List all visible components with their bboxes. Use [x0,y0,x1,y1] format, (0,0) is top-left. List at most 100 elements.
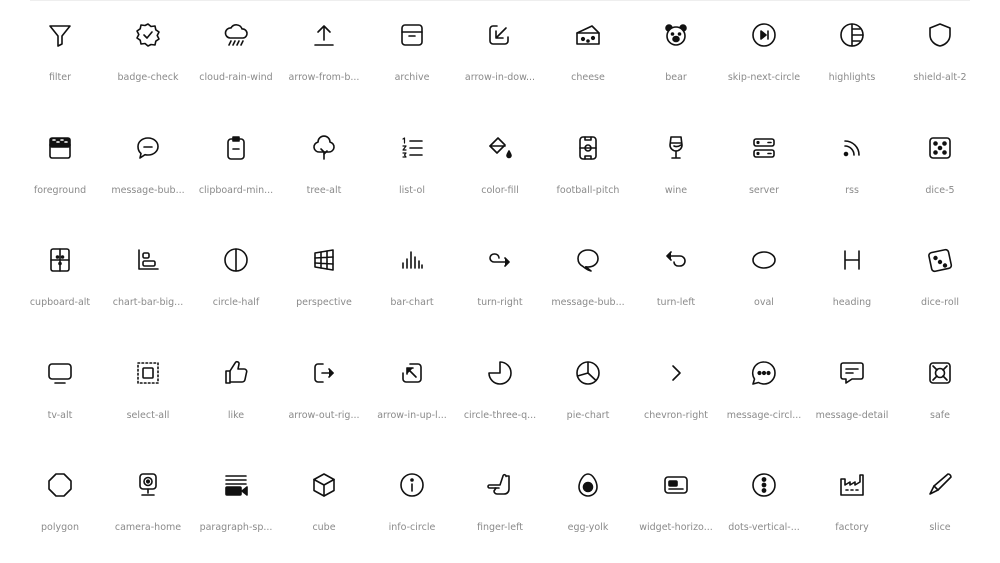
circle-half-icon [221,245,251,275]
cheese-icon [573,20,603,50]
icon-label: clipboard-min... [198,184,274,196]
icon-tile[interactable]: safe [896,338,984,451]
icon-tile[interactable]: heading [808,225,896,338]
icon-tile[interactable]: pie-chart [544,338,632,451]
icon-tile[interactable]: bear [632,0,720,113]
arrow-from-bottom-icon [309,20,339,50]
icon-tile[interactable]: cloud-rain-wind [192,0,280,113]
icon-tile[interactable]: arrow-from-b... [280,0,368,113]
oval-icon [749,245,779,275]
icon-tile[interactable]: chart-bar-big... [104,225,192,338]
icon-tile[interactable]: dice-5 [896,113,984,226]
icon-label: camera-home [114,522,182,533]
icon-tile[interactable]: select-all [104,338,192,451]
arrow-out-right-icon [309,358,339,388]
icon-tile[interactable]: perspective [280,225,368,338]
icon-label: turn-right [477,297,523,308]
icon-tile[interactable]: arrow-in-dow... [456,0,544,113]
icon-label: perspective [296,297,352,308]
icon-tile[interactable]: color-fill [456,113,544,226]
icon-tile[interactable]: rss [808,113,896,226]
cube-icon [309,470,339,500]
info-circle-icon [397,470,427,500]
icon-tile[interactable]: filter [16,0,104,113]
icon-tile[interactable]: highlights [808,0,896,113]
like-icon [221,358,251,388]
cloud-rain-wind-icon [221,20,251,50]
tree-alt-icon [309,133,339,163]
icon-tile[interactable]: dots-vertical-... [720,450,808,563]
icon-tile[interactable]: skip-next-circle [720,0,808,113]
tv-alt-icon [45,358,75,388]
icon-tile[interactable]: foreground [16,113,104,226]
icon-label: like [227,409,245,421]
icon-tile[interactable]: shield-alt-2 [896,0,984,113]
icon-tile[interactable]: clipboard-min... [192,113,280,226]
icon-tile[interactable]: paragraph-sp... [192,450,280,563]
icon-tile[interactable]: dice-roll [896,225,984,338]
icon-tile[interactable]: tv-alt [16,338,104,451]
icon-tile[interactable]: message-circl... [720,338,808,451]
bar-chart-icon [397,245,427,275]
icon-label: cloud-rain-wind [199,72,273,83]
turn-left-icon [661,245,691,275]
icon-tile[interactable]: info-circle [368,450,456,563]
icon-tile[interactable]: wine [632,113,720,226]
icon-tile[interactable]: archive [368,0,456,113]
icon-tile[interactable]: arrow-in-up-l... [368,338,456,451]
icon-label: heading [832,297,872,308]
icon-tile[interactable]: slice [896,450,984,563]
icon-tile[interactable]: chevron-right [632,338,720,451]
icon-tile[interactable]: finger-left [456,450,544,563]
icon-label: egg-yolk [567,522,609,533]
icon-tile[interactable]: oval [720,225,808,338]
icon-label: dots-vertical-... [728,522,800,533]
icon-tile[interactable]: circle-half [192,225,280,338]
list-ol-icon [397,133,427,163]
icon-tile[interactable]: bar-chart [368,225,456,338]
slice-icon [925,470,955,500]
polygon-icon [45,470,75,500]
icon-grid: filter badge-check cloud-rain-wind arrow-fr… [16,0,984,563]
icon-tile[interactable]: factory [808,450,896,563]
icon-label: wine [664,184,688,196]
server-icon [749,133,779,163]
badge-check-icon [133,20,163,50]
icon-tile[interactable]: message-bub... [544,225,632,338]
icon-label: server [748,184,780,196]
icon-tile[interactable]: like [192,338,280,451]
icon-label: highlights [828,72,876,83]
icon-tile[interactable]: arrow-out-rig... [280,338,368,451]
icon-tile[interactable]: list-ol [368,113,456,226]
icon-tile[interactable]: server [720,113,808,226]
chart-bar-big-icon [133,245,163,275]
icon-label: dice-roll [921,297,959,308]
icon-label: turn-left [656,297,696,308]
icon-tile[interactable]: camera-home [104,450,192,563]
icon-label: message-detail [815,409,889,421]
icon-tile[interactable]: tree-alt [280,113,368,226]
icon-label: foreground [33,184,87,196]
icon-label: football-pitch [556,184,620,196]
camera-home-icon [133,470,163,500]
icon-tile[interactable]: circle-three-q... [456,338,544,451]
icon-label: dice-5 [925,184,955,196]
icon-tile[interactable]: polygon [16,450,104,563]
icon-label: cheese [571,72,605,83]
icon-label: message-circl... [726,409,802,421]
icon-tile[interactable]: badge-check [104,0,192,113]
chevron-right-icon [661,358,691,388]
icon-tile[interactable]: message-detail [808,338,896,451]
icon-tile[interactable]: cube [280,450,368,563]
icon-tile[interactable]: widget-horizo... [632,450,720,563]
icon-label: bear [665,72,687,83]
icon-tile[interactable]: football-pitch [544,113,632,226]
icon-tile[interactable]: turn-right [456,225,544,338]
icon-tile[interactable]: cupboard-alt [16,225,104,338]
icon-tile[interactable]: cheese [544,0,632,113]
icon-tile[interactable]: turn-left [632,225,720,338]
icon-tile[interactable]: message-bub... [104,113,192,226]
rss-icon [837,133,867,163]
icon-tile[interactable]: egg-yolk [544,450,632,563]
icon-label: badge-check [117,72,179,83]
